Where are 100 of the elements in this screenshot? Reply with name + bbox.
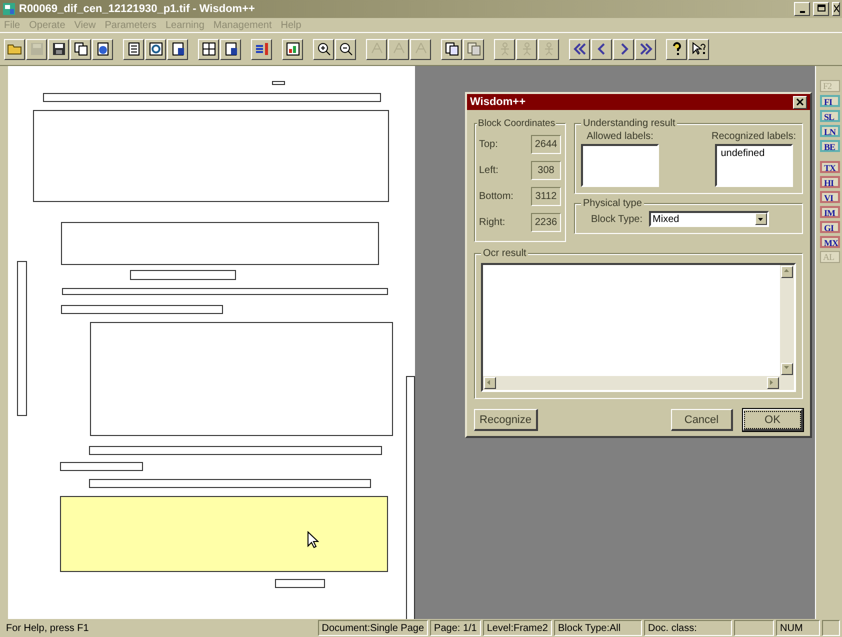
coordinate-field: 2644: [531, 134, 561, 154]
layout-block[interactable]: [406, 376, 415, 619]
layout-block[interactable]: [90, 322, 393, 436]
dropdown-arrow-icon: [758, 218, 764, 220]
palette-button[interactable]: LN: [820, 125, 840, 137]
palette-button[interactable]: SL: [820, 110, 840, 122]
minimize-button[interactable]: [794, 2, 810, 16]
block-type-dropdown[interactable]: Mixed: [648, 211, 769, 227]
toolbar-button[interactable]: [569, 38, 590, 60]
status-pane: For Help, press F1: [5, 622, 90, 636]
layout-block[interactable]: [60, 496, 388, 572]
palette-button[interactable]: BE: [820, 140, 840, 152]
toolbar-button[interactable]: [198, 38, 219, 60]
pages-icon: [466, 41, 482, 57]
palette-button[interactable]: GI: [820, 221, 840, 233]
toolbar-button[interactable]: [282, 38, 303, 60]
layout-block[interactable]: [33, 110, 389, 202]
toolbar-button[interactable]: [220, 38, 241, 60]
toolbar-button[interactable]: [251, 38, 272, 60]
toolbar-button[interactable]: [688, 38, 709, 60]
double-right-arrow-icon: [638, 41, 654, 57]
status-pane: Doc. class:: [644, 620, 732, 636]
layout-block[interactable]: [89, 446, 382, 455]
field-label: Bottom:: [479, 190, 514, 202]
layout-block[interactable]: [43, 93, 381, 102]
layout-block[interactable]: [60, 462, 143, 471]
palette-button[interactable]: TX: [820, 161, 840, 173]
status-pane: Page: 1/1: [430, 620, 481, 636]
refresh-icon: [148, 41, 164, 57]
palette-button[interactable]: HI: [820, 176, 840, 188]
toolbar-button[interactable]: [4, 38, 25, 60]
status-pane: Level:Frame2: [482, 620, 552, 636]
layout-block[interactable]: [61, 305, 223, 314]
field-label: Top:: [479, 138, 498, 150]
palette-button[interactable]: FI: [820, 95, 840, 107]
close-icon: [834, 4, 838, 14]
palette-button[interactable]: MX: [820, 236, 840, 248]
dialog-button[interactable]: Cancel: [671, 409, 733, 431]
globe-document-icon: [94, 41, 110, 57]
status-pane: Block Type:All: [554, 620, 642, 636]
minimize-icon: [800, 11, 804, 13]
pointer-question-icon: [690, 41, 706, 57]
label-list[interactable]: undefined: [714, 144, 793, 187]
toolbar-button[interactable]: [335, 38, 356, 60]
toolbar-button[interactable]: [591, 38, 612, 60]
dialog-button[interactable]: OK: [743, 409, 803, 431]
toolbar-button[interactable]: [613, 38, 634, 60]
layout-block[interactable]: [62, 288, 388, 295]
list-item[interactable]: undefined: [720, 148, 787, 159]
coordinate-field: 2236: [531, 212, 561, 232]
toolbar-button[interactable]: [167, 38, 188, 60]
chart-document-icon: [284, 41, 300, 57]
document-help-icon: [170, 41, 186, 57]
toolbar-button[interactable]: [145, 38, 166, 60]
palette-button[interactable]: VI: [820, 191, 840, 203]
group-title: Understanding result: [581, 118, 678, 129]
list-label: Allowed labels:: [586, 131, 654, 142]
layout-block[interactable]: [61, 222, 379, 265]
layout-block[interactable]: [17, 261, 27, 416]
dialog-button[interactable]: Recognize: [474, 409, 538, 431]
zoom-out-icon: [338, 41, 354, 57]
status-pane: NUM: [776, 620, 820, 636]
layout-block[interactable]: [130, 270, 236, 280]
mouse-pointer-icon: [307, 531, 319, 549]
toolbar-button[interactable]: [635, 38, 656, 60]
layout-block[interactable]: [272, 81, 285, 85]
toolbar-button[interactable]: [70, 38, 91, 60]
toolbar-button[interactable]: [123, 38, 144, 60]
coordinate-field: 3112: [531, 186, 561, 206]
toolbar-button[interactable]: [92, 38, 113, 60]
scroll-arrow-icon: [487, 380, 492, 385]
list-label: Recognized labels:: [712, 131, 796, 142]
document-help-icon: [222, 41, 238, 57]
toolbar-button[interactable]: [441, 38, 462, 60]
close-icon: [796, 98, 804, 106]
toolbar-button[interactable]: [666, 38, 687, 60]
scroll-arrow-icon: [770, 380, 775, 385]
close-button[interactable]: [832, 2, 840, 16]
palette-button[interactable]: IM: [820, 206, 840, 218]
horizontal-scrollbar[interactable]: [483, 376, 780, 390]
layout-block[interactable]: [275, 579, 325, 588]
pencil-bar-icon: [254, 41, 270, 57]
maximize-button[interactable]: [813, 2, 829, 16]
field-label: Left:: [479, 164, 498, 176]
pages-icon: [444, 41, 460, 57]
group-title: Ocr result: [481, 248, 528, 259]
double-left-arrow-icon: [572, 41, 588, 57]
label-list[interactable]: [581, 144, 659, 187]
ocr-text-area[interactable]: [481, 263, 796, 392]
status-pane: Document:Single Page: [318, 620, 428, 636]
layout-block[interactable]: [89, 479, 371, 488]
field-label: Block Type:: [591, 214, 643, 224]
group-title: Block Coordinates: [477, 118, 556, 129]
zoom-in-icon: [316, 41, 332, 57]
grid-icon: [200, 41, 216, 57]
close-button[interactable]: [793, 96, 807, 108]
dialog-title: Wisdom++: [470, 96, 527, 108]
window-title: R00069_dif_cen_12121930_p1.tif - Wisdom++: [19, 3, 256, 15]
toolbar-button[interactable]: [48, 38, 69, 60]
toolbar-button[interactable]: [313, 38, 334, 60]
